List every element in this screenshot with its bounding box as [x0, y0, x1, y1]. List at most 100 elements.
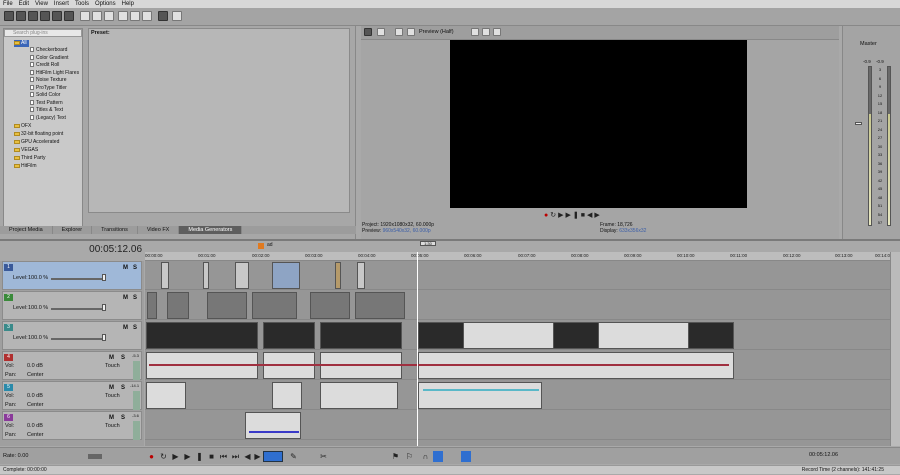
pause-icon[interactable]: ❚: [195, 452, 204, 461]
video-clip[interactable]: [147, 292, 157, 319]
level-slider[interactable]: [51, 278, 106, 280]
loop-icon[interactable]: ↻: [159, 452, 168, 461]
menu-view[interactable]: View: [35, 1, 48, 7]
video-clip[interactable]: [310, 292, 350, 319]
audio-clip[interactable]: [272, 382, 302, 409]
tab-media-generators[interactable]: Media Generators: [179, 226, 243, 234]
help-icon[interactable]: [172, 11, 182, 21]
tab-explorer[interactable]: Explorer: [53, 226, 93, 234]
render-icon[interactable]: [40, 11, 50, 21]
play-icon[interactable]: ▶: [566, 212, 573, 219]
solo-button[interactable]: S: [121, 415, 125, 421]
automation-mode[interactable]: Touch: [105, 363, 120, 369]
timeline-ruler[interactable]: 00:00:00 00:01:00 00:02:00 00:03:00 00:0…: [145, 252, 893, 261]
audio-clip[interactable]: [418, 382, 542, 409]
undo-icon[interactable]: [118, 11, 128, 21]
tree-item-credit-roll[interactable]: Credit Roll: [30, 62, 59, 69]
next-frame-icon[interactable]: ▶: [253, 452, 262, 461]
video-clip[interactable]: [272, 262, 300, 289]
redo-icon[interactable]: [130, 11, 140, 21]
panel-divider[interactable]: [0, 239, 900, 241]
split-screen-icon[interactable]: [395, 28, 403, 36]
video-clip[interactable]: [355, 292, 405, 319]
video-clip[interactable]: [203, 262, 209, 289]
overlay-icon[interactable]: [407, 28, 415, 36]
video-clip[interactable]: [418, 322, 464, 349]
preview-settings-icon[interactable]: [364, 28, 372, 36]
new-project-icon[interactable]: [4, 11, 14, 21]
loop-icon[interactable]: ↻: [550, 212, 558, 219]
tree-item-color-gradient[interactable]: Color Gradient: [30, 55, 69, 62]
video-track-header-2[interactable]: 2 Level: 100.0 % M S: [2, 291, 142, 320]
stop-icon[interactable]: ■: [207, 452, 216, 461]
envelope-tool-icon[interactable]: ✎: [289, 452, 298, 461]
grid-icon[interactable]: [471, 28, 479, 36]
automation-mode[interactable]: Touch: [105, 393, 120, 399]
record-icon[interactable]: ●: [147, 452, 156, 461]
go-to-start-icon[interactable]: ⏮: [219, 452, 228, 461]
audio-track-header-6[interactable]: 6 Vol: 0.0 dB Pan: Center Touch -3.6 M S: [2, 411, 142, 440]
external-monitor-icon[interactable]: [377, 28, 385, 36]
normal-edit-tool-icon[interactable]: [263, 451, 283, 462]
rate-slider[interactable]: [88, 454, 102, 459]
video-clip[interactable]: [553, 322, 599, 349]
tree-item-noise-texture[interactable]: Noise Texture: [30, 77, 66, 84]
tree-folder-ofx[interactable]: OFX: [14, 123, 31, 130]
tree-folder-32bit[interactable]: 32-bit floating point: [14, 131, 63, 138]
tree-item-titles-text[interactable]: Titles & Text: [30, 107, 63, 114]
region-insert-icon[interactable]: ⚐: [405, 452, 414, 461]
video-clip[interactable]: [167, 292, 189, 319]
video-clip[interactable]: [335, 262, 341, 289]
open-icon[interactable]: [16, 11, 26, 21]
play-icon[interactable]: ▶: [183, 452, 192, 461]
preview-quality-dropdown[interactable]: Preview (Half): [419, 29, 454, 35]
auto-ripple-icon[interactable]: [433, 451, 443, 462]
tree-item-checkerboard[interactable]: Checkerboard: [30, 47, 67, 54]
audio-clip[interactable]: [146, 382, 186, 409]
mute-button[interactable]: M: [123, 325, 128, 331]
level-slider-knob[interactable]: [102, 304, 106, 311]
mute-button[interactable]: M: [123, 295, 128, 301]
video-clip[interactable]: [207, 292, 247, 319]
marker-insert-icon[interactable]: ⚑: [391, 452, 400, 461]
solo-button[interactable]: S: [133, 295, 137, 301]
properties-icon[interactable]: [52, 11, 62, 21]
tab-project-media[interactable]: Project Media: [0, 226, 53, 234]
video-clip[interactable]: [263, 322, 315, 349]
video-clip[interactable]: [161, 262, 169, 289]
level-slider[interactable]: [51, 338, 106, 340]
video-clip[interactable]: [357, 262, 365, 289]
go-to-end-icon[interactable]: ⏭: [231, 452, 240, 461]
loop-region[interactable]: 1:30: [420, 241, 436, 246]
next-frame-icon[interactable]: ▶: [594, 212, 601, 219]
audio-clip[interactable]: [320, 382, 398, 409]
menu-file[interactable]: File: [3, 1, 13, 7]
cut-icon[interactable]: [80, 11, 90, 21]
video-clip[interactable]: [146, 322, 258, 349]
prev-frame-icon[interactable]: ◀: [243, 452, 252, 461]
audio-track-header-5[interactable]: 5 Vol: 0.0 dB Pan: Center Touch -14.1 M …: [2, 381, 142, 410]
tree-folder-hitfilm[interactable]: HitFilm: [14, 163, 37, 170]
search-input[interactable]: Search plug-ins: [4, 29, 82, 37]
mute-button[interactable]: M: [123, 265, 128, 271]
tab-video-fx[interactable]: Video FX: [138, 226, 180, 234]
copy-snapshot-icon[interactable]: [482, 28, 490, 36]
timeline-vertical-scrollbar[interactable]: [890, 252, 900, 446]
audio-clip[interactable]: [245, 412, 301, 439]
mute-button[interactable]: M: [109, 415, 114, 421]
tree-item-hitfilm-light-flares[interactable]: HitFilm Light Flares: [30, 70, 79, 77]
tree-item-solid-color[interactable]: Solid Color: [30, 92, 60, 99]
mute-button[interactable]: M: [109, 385, 114, 391]
history-icon[interactable]: [142, 11, 152, 21]
play-from-start-icon[interactable]: ▶: [171, 452, 180, 461]
level-slider-knob[interactable]: [102, 334, 106, 341]
video-clip[interactable]: [252, 292, 297, 319]
marker-icon[interactable]: [258, 243, 264, 249]
solo-button[interactable]: S: [133, 265, 137, 271]
solo-button[interactable]: S: [121, 385, 125, 391]
mute-button[interactable]: M: [109, 355, 114, 361]
tree-folder-gpu[interactable]: GPU Accelerated: [14, 139, 59, 146]
tree-folder-vegas[interactable]: VEGAS: [14, 147, 38, 154]
play-from-start-icon[interactable]: ▶: [558, 212, 565, 219]
level-slider[interactable]: [51, 308, 106, 310]
